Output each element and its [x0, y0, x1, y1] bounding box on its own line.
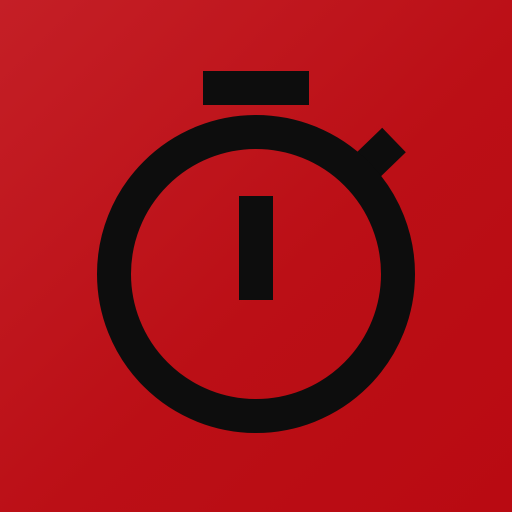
- stopwatch-icon: [97, 71, 415, 433]
- stopwatch-crown: [203, 71, 309, 105]
- app-icon-tile[interactable]: [0, 0, 512, 512]
- stopwatch-hand: [239, 196, 273, 300]
